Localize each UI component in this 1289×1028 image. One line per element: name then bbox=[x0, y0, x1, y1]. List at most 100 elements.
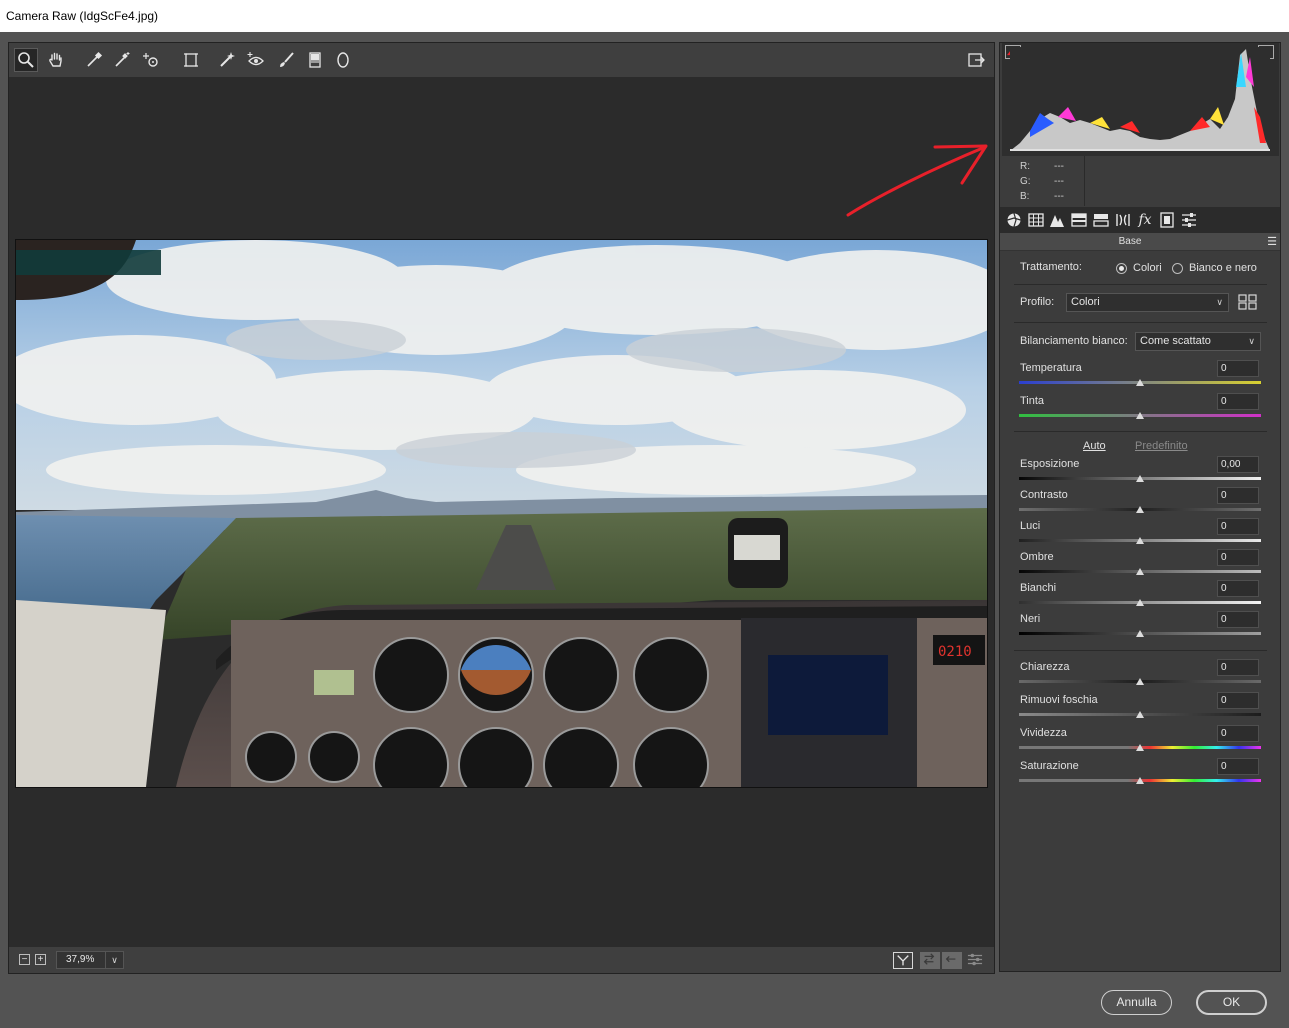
chevron-down-icon: ∨ bbox=[105, 952, 123, 968]
b-label: B: bbox=[1020, 191, 1030, 202]
rgb-readout: R: --- G: --- B: --- bbox=[1002, 156, 1279, 206]
chevron-down-icon: ∨ bbox=[1216, 297, 1223, 307]
presets-tab-icon[interactable] bbox=[1180, 211, 1198, 229]
adjustments-panel: R: --- G: --- B: --- fx Base ☰ Trattamen… bbox=[999, 42, 1281, 972]
histogram bbox=[1002, 43, 1279, 156]
clarity-input[interactable]: 0 bbox=[1217, 659, 1259, 676]
white-balance-tool-icon[interactable] bbox=[82, 48, 106, 72]
temperature-input[interactable]: 0 bbox=[1217, 360, 1259, 377]
hand-tool-icon[interactable] bbox=[44, 48, 68, 72]
saturation-label: Saturazione bbox=[1020, 760, 1079, 772]
vibrance-input[interactable]: 0 bbox=[1217, 725, 1259, 742]
title-bar: Camera Raw (IdgScFe4.jpg) bbox=[0, 0, 1289, 32]
clarity-label: Chiarezza bbox=[1020, 661, 1070, 673]
zoom-level-select[interactable]: 37,9% ∨ bbox=[56, 951, 124, 969]
shadows-label: Ombre bbox=[1020, 551, 1054, 563]
zoom-tool-icon[interactable] bbox=[14, 48, 38, 72]
auto-link[interactable]: Auto bbox=[1083, 440, 1106, 452]
whites-label: Bianchi bbox=[1020, 582, 1057, 594]
white-balance-value: Come scattato bbox=[1140, 335, 1211, 347]
tint-slider-thumb[interactable] bbox=[1136, 412, 1144, 419]
open-preferences-icon[interactable] bbox=[964, 48, 988, 72]
section-header: Base ☰ bbox=[1000, 233, 1280, 251]
vibrance-label: Vividezza bbox=[1020, 727, 1067, 739]
lens-corrections-tab-icon[interactable] bbox=[1114, 211, 1132, 229]
zoom-in-button[interactable]: + bbox=[35, 954, 46, 965]
zoom-out-button[interactable]: − bbox=[19, 954, 30, 965]
contrast-input[interactable]: 0 bbox=[1217, 487, 1259, 504]
exposure-slider-thumb[interactable] bbox=[1136, 475, 1144, 482]
tint-input[interactable]: 0 bbox=[1217, 393, 1259, 410]
panel-menu-icon[interactable]: ☰ bbox=[1267, 235, 1277, 248]
blacks-input[interactable]: 0 bbox=[1217, 611, 1259, 628]
photo-preview[interactable]: 0210 bbox=[15, 239, 988, 788]
white-balance-select[interactable]: Come scattato ∨ bbox=[1135, 332, 1261, 351]
red-eye-tool-icon[interactable] bbox=[244, 48, 268, 72]
zoom-level-value: 37,9% bbox=[66, 954, 95, 965]
swap-settings-icon[interactable] bbox=[920, 952, 940, 969]
split-toning-tab-icon[interactable] bbox=[1092, 211, 1110, 229]
spot-removal-tool-icon[interactable] bbox=[215, 48, 239, 72]
section-title: Base bbox=[1118, 236, 1142, 247]
default-link[interactable]: Predefinito bbox=[1135, 440, 1188, 452]
preview-settings-icon[interactable] bbox=[966, 952, 986, 969]
graduated-filter-tool-icon[interactable] bbox=[303, 48, 327, 72]
gauge-readout-text: 0210 bbox=[938, 644, 972, 660]
exposure-input[interactable]: 0,00 bbox=[1217, 456, 1259, 473]
temperature-slider-thumb[interactable] bbox=[1136, 379, 1144, 386]
saturation-slider-thumb[interactable] bbox=[1136, 777, 1144, 784]
dehaze-label: Rimuovi foschia bbox=[1020, 694, 1098, 706]
highlights-slider-thumb[interactable] bbox=[1136, 537, 1144, 544]
whites-input[interactable]: 0 bbox=[1217, 580, 1259, 597]
clarity-slider-thumb[interactable] bbox=[1136, 678, 1144, 685]
shadows-slider-thumb[interactable] bbox=[1136, 568, 1144, 575]
hsl-tab-icon[interactable] bbox=[1070, 211, 1088, 229]
cancel-button[interactable]: Annulla bbox=[1101, 990, 1172, 1015]
vibrance-slider-thumb[interactable] bbox=[1136, 744, 1144, 751]
contrast-label: Contrasto bbox=[1020, 489, 1068, 501]
tone-curve-tab-icon[interactable] bbox=[1027, 211, 1045, 229]
blacks-slider-thumb[interactable] bbox=[1136, 630, 1144, 637]
tool-bar bbox=[9, 43, 994, 77]
camera-calibration-tab-icon[interactable] bbox=[1158, 211, 1176, 229]
ok-button[interactable]: OK bbox=[1196, 990, 1267, 1015]
exposure-label: Esposizione bbox=[1020, 458, 1080, 470]
window-title: Camera Raw (IdgScFe4.jpg) bbox=[6, 9, 159, 23]
panel-tabs: fx bbox=[1000, 207, 1280, 233]
b-value: --- bbox=[1054, 191, 1064, 202]
copy-settings-icon[interactable] bbox=[942, 952, 962, 969]
highlights-label: Luci bbox=[1020, 520, 1041, 532]
contrast-slider-thumb[interactable] bbox=[1136, 506, 1144, 513]
radial-filter-tool-icon[interactable] bbox=[331, 48, 355, 72]
r-label: R: bbox=[1020, 161, 1030, 172]
before-after-view-icon[interactable] bbox=[893, 952, 913, 969]
effects-tab-icon[interactable]: fx bbox=[1136, 211, 1154, 229]
treatment-bw-label: Bianco e nero bbox=[1189, 262, 1257, 274]
highlights-input[interactable]: 0 bbox=[1217, 518, 1259, 535]
tint-label: Tinta bbox=[1020, 395, 1045, 407]
g-label: G: bbox=[1020, 176, 1031, 187]
targeted-adjustment-tool-icon[interactable] bbox=[139, 48, 163, 72]
status-bar: − + 37,9% ∨ bbox=[9, 947, 994, 973]
dehaze-slider-thumb[interactable] bbox=[1136, 711, 1144, 718]
basic-tab-icon[interactable] bbox=[1005, 211, 1023, 229]
transform-tool-icon[interactable] bbox=[179, 48, 203, 72]
treatment-bw-radio[interactable] bbox=[1172, 263, 1183, 274]
saturation-input[interactable]: 0 bbox=[1217, 758, 1259, 775]
profile-browser-icon[interactable] bbox=[1238, 294, 1258, 310]
profile-label: Profilo: bbox=[1020, 296, 1055, 308]
dehaze-input[interactable]: 0 bbox=[1217, 692, 1259, 709]
treatment-color-label: Colori bbox=[1133, 262, 1162, 274]
g-value: --- bbox=[1054, 176, 1064, 187]
treatment-color-radio[interactable] bbox=[1116, 263, 1127, 274]
profile-select-value: Colori bbox=[1071, 296, 1100, 308]
whites-slider-thumb[interactable] bbox=[1136, 599, 1144, 606]
treatment-label: Trattamento: bbox=[1020, 261, 1082, 273]
r-value: --- bbox=[1054, 161, 1064, 172]
detail-tab-icon[interactable] bbox=[1048, 211, 1066, 229]
color-sampler-tool-icon[interactable] bbox=[110, 48, 134, 72]
adjustment-brush-tool-icon[interactable] bbox=[274, 48, 298, 72]
shadows-input[interactable]: 0 bbox=[1217, 549, 1259, 566]
profile-select[interactable]: Colori ∨ bbox=[1066, 293, 1229, 312]
annotation-arrow-icon bbox=[846, 144, 988, 217]
